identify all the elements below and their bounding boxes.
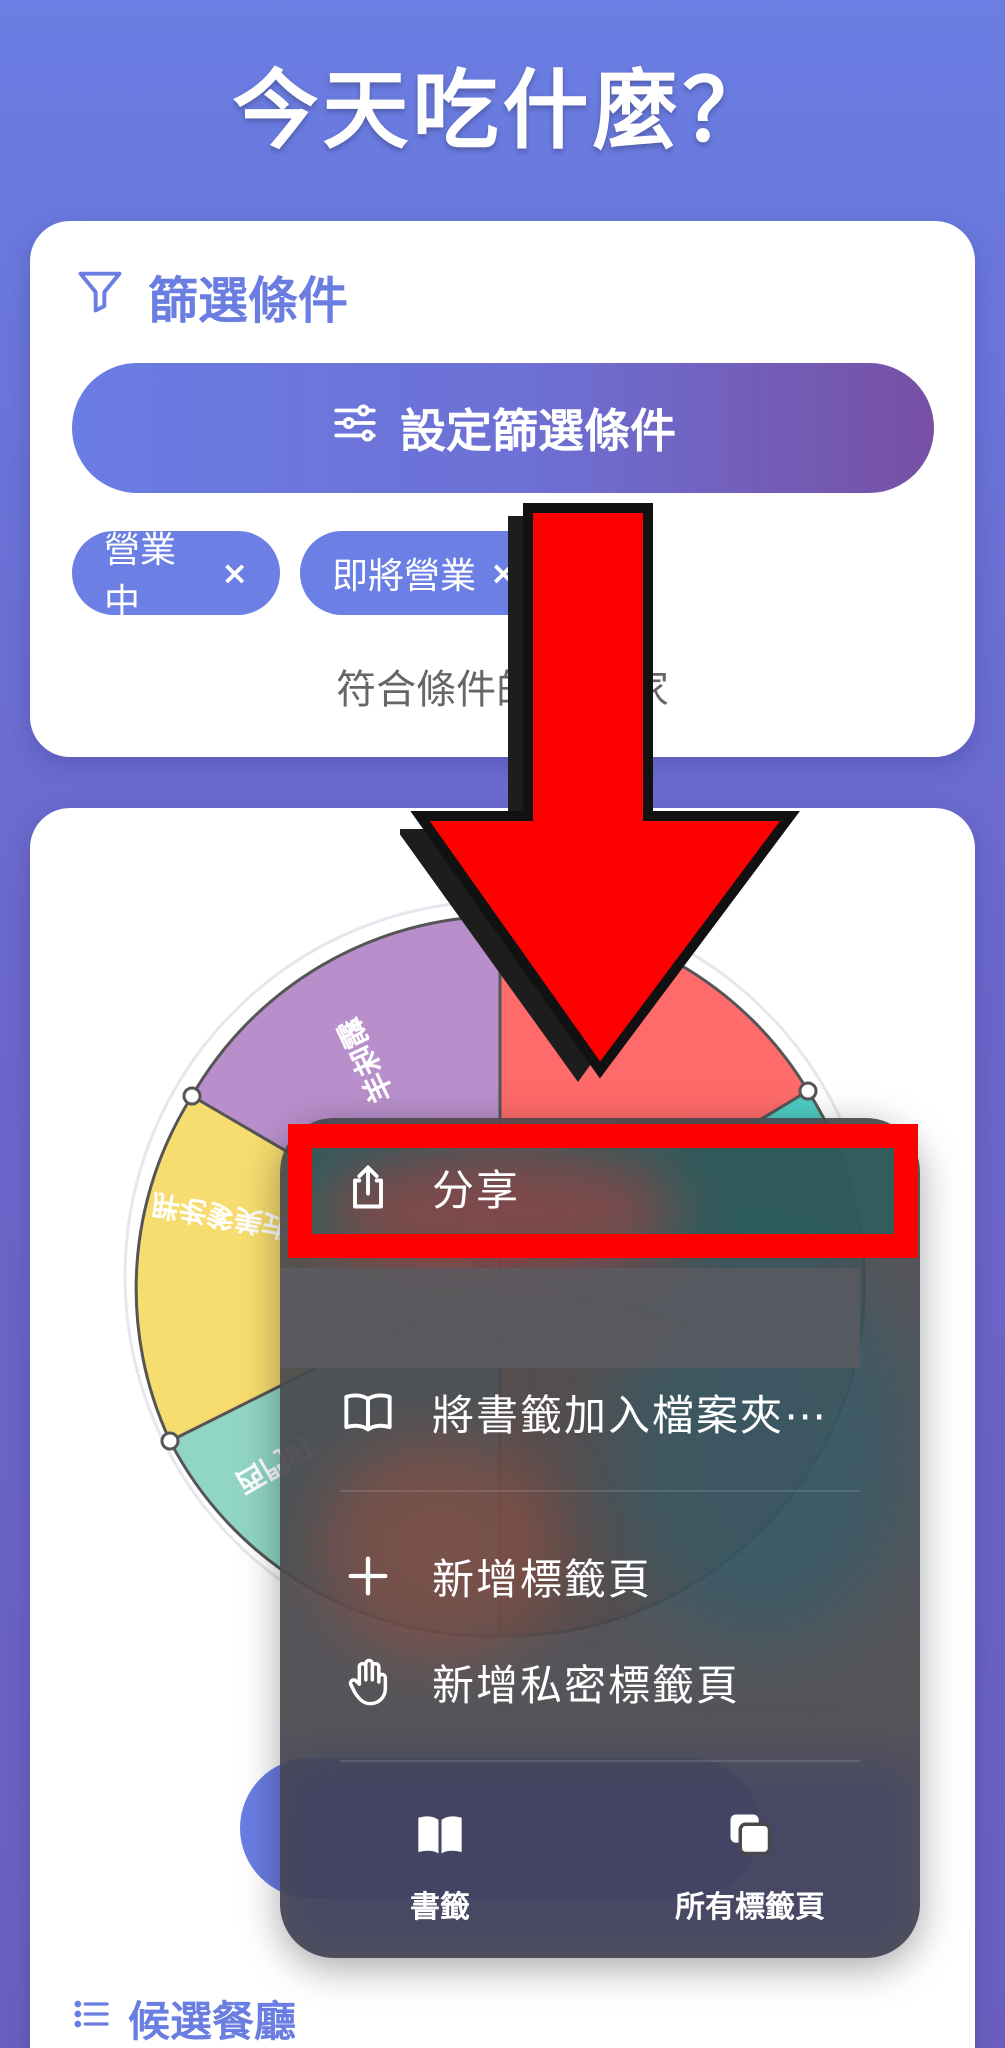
filter-icon: [74, 265, 126, 329]
menu-item-new-private-tab[interactable]: 新增私密標籤頁: [280, 1632, 920, 1732]
menu-blank-row: [280, 1268, 860, 1368]
chip-open-now[interactable]: 營業中 ×: [72, 530, 280, 623]
set-filter-label: 設定篩選條件: [400, 404, 676, 458]
menu-divider: [340, 1490, 860, 1492]
menu-item-new-tab[interactable]: 新增標籤頁: [280, 1526, 920, 1626]
candidates-header: 候選餐廳: [72, 1988, 296, 2048]
plus-icon: [342, 1550, 394, 1602]
menu-divider: [340, 1760, 860, 1762]
all-tabs-label: 所有標籤頁: [675, 1890, 825, 1925]
share-icon: [342, 1161, 394, 1213]
all-tabs-button[interactable]: 所有標籤頁: [640, 1808, 860, 1928]
list-icon: [72, 1994, 112, 2044]
bookmarks-label: 書籤: [410, 1890, 470, 1925]
bookmarks-icon: [414, 1808, 466, 1868]
new-private-tab-label: 新增私密標籤頁: [432, 1660, 741, 1710]
set-filter-button[interactable]: 設定篩選條件: [72, 363, 934, 493]
context-menu: 分享 將書籤加入檔案夾⋯ 新增標籤頁 新增私密標籤頁 書籤 所有標籤頁: [280, 1118, 920, 1958]
red-arrow-annotation: [396, 500, 820, 1120]
candidates-title: 候選餐廳: [128, 1997, 297, 2046]
chip-label: 營業中: [104, 530, 177, 623]
menu-item-add-bookmark-folder[interactable]: 將書籤加入檔案夾⋯: [280, 1362, 920, 1462]
add-bookmark-folder-label: 將書籤加入檔案夾⋯: [432, 1390, 829, 1440]
share-label: 分享: [432, 1165, 521, 1215]
bookmarks-button[interactable]: 書籤: [330, 1808, 550, 1928]
chip-remove-icon[interactable]: ×: [221, 554, 248, 592]
sliders-icon: [330, 398, 380, 459]
filter-header: 篩選條件: [74, 261, 348, 333]
hand-icon: [342, 1656, 394, 1708]
filter-title: 篩選條件: [148, 272, 348, 330]
menu-item-share[interactable]: 分享: [280, 1138, 920, 1236]
app-title: 今天吃什麼？: [232, 61, 773, 161]
book-icon: [342, 1386, 394, 1438]
tabs-icon: [724, 1808, 776, 1868]
new-tab-label: 新增標籤頁: [432, 1554, 653, 1604]
